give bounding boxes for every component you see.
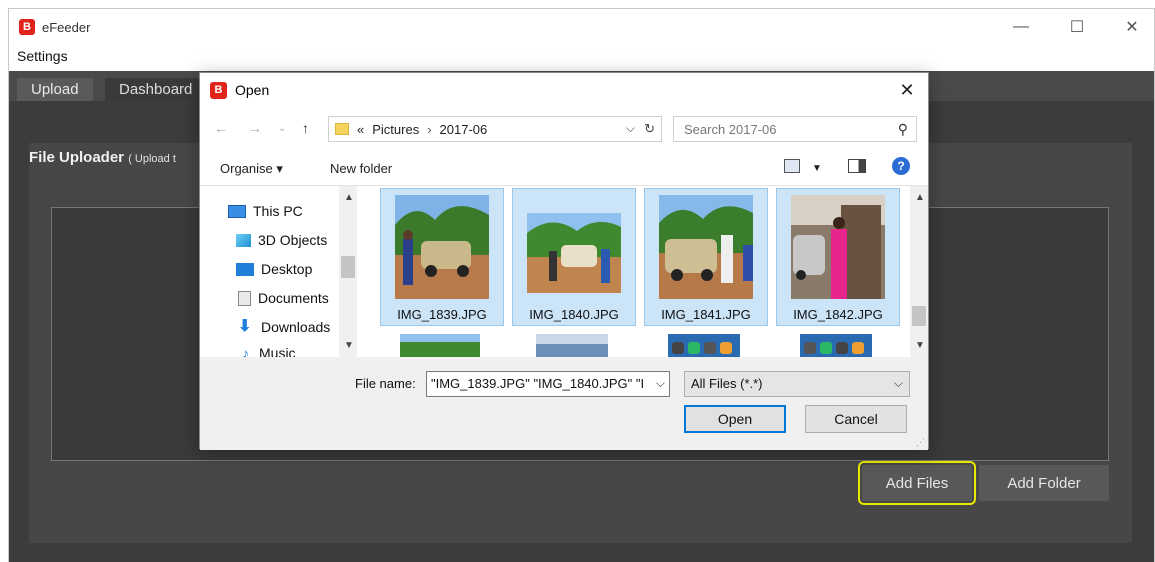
new-folder-button[interactable]: New folder <box>330 161 392 176</box>
file-tile[interactable]: IMG_1841.JPG <box>644 188 768 326</box>
file-type-select[interactable]: All Files (*.*) ⌵ <box>684 371 910 397</box>
address-dropdown-icon[interactable]: ⌵ <box>626 121 635 136</box>
file-name: IMG_1839.JPG <box>397 307 487 322</box>
tab-dashboard[interactable]: Dashboard <box>105 78 207 101</box>
breadcrumb-separator-icon: › <box>427 121 432 137</box>
breadcrumb-2017-06[interactable]: 2017-06 <box>440 122 488 137</box>
recent-locations-chevron-icon[interactable]: ⌄ <box>278 123 286 134</box>
file-grid-scroll-thumb[interactable] <box>912 306 926 326</box>
photo-thumbnail <box>659 195 753 299</box>
help-icon[interactable]: ? <box>892 157 910 175</box>
cube-icon <box>236 233 251 247</box>
menu-settings[interactable]: Settings <box>17 48 68 64</box>
grid-scroll-down-arrow-icon[interactable]: ▼ <box>915 340 925 351</box>
file-tile[interactable]: IMG_1840.JPG <box>512 188 636 326</box>
file-name: IMG_1841.JPG <box>661 307 751 322</box>
photo-thumbnail <box>527 213 621 293</box>
cancel-button[interactable]: Cancel <box>805 405 907 433</box>
download-arrow-icon: ⬇ <box>238 318 252 335</box>
file-name-value: "IMG_1839.JPG" "IMG_1840.JPG" "I <box>431 376 645 391</box>
folder-icon <box>335 123 349 135</box>
computer-icon <box>228 204 246 218</box>
menu-bar: Settings <box>9 45 1154 69</box>
photo-thumbnail <box>791 195 885 299</box>
breadcrumb-prefix: « <box>357 121 365 137</box>
nav-item-label: Desktop <box>261 261 313 277</box>
nav-item-this-pc[interactable]: This PC <box>228 200 303 222</box>
dialog-logo-icon: B <box>210 81 227 99</box>
document-icon <box>238 290 251 306</box>
dialog-footer: File name: "IMG_1839.JPG" "IMG_1840.JPG"… <box>200 357 928 450</box>
nav-pane-scroll-thumb[interactable] <box>341 256 355 278</box>
add-folder-button[interactable]: Add Folder <box>979 465 1109 501</box>
file-grid: IMG_1839.JPG IMG_1840.JPG IMG_1841.JPG I… <box>380 186 910 358</box>
photo-thumbnail <box>800 334 872 358</box>
organise-menu[interactable]: Organise ▾ <box>220 161 283 177</box>
nav-item-documents[interactable]: Documents <box>238 287 329 309</box>
address-bar[interactable]: « Pictures › 2017-06 ⌵ ↻ <box>328 116 662 142</box>
app-title: eFeeder <box>42 19 91 35</box>
navigation-pane: This PC 3D Objects Desktop Documents ⬇ D… <box>200 186 360 358</box>
dialog-title: Open <box>235 82 270 98</box>
photo-thumbnail <box>668 334 740 358</box>
navigation-row: ← → ⌄ ↑ « Pictures › 2017-06 ⌵ ↻ Search … <box>200 107 928 151</box>
photo-thumbnail <box>400 334 480 358</box>
file-name: IMG_1842.JPG <box>793 307 883 322</box>
nav-item-label: 3D Objects <box>258 232 328 248</box>
title-bar: B eFeeder — ☐ ✕ <box>9 9 1154 45</box>
refresh-icon[interactable]: ↻ <box>644 121 655 137</box>
change-view-icon[interactable] <box>784 159 800 173</box>
breadcrumb-pictures[interactable]: Pictures <box>372 122 419 137</box>
back-arrow-icon[interactable]: ← <box>214 120 228 136</box>
file-name: IMG_1840.JPG <box>529 307 619 322</box>
nav-item-music[interactable]: ♪ Music <box>242 342 296 358</box>
open-file-dialog: B Open ✕ ← → ⌄ ↑ « Pictures › 2017-06 ⌵ … <box>199 72 929 450</box>
desktop-icon <box>236 262 254 276</box>
panel-title-text: File Uploader <box>29 149 125 166</box>
add-files-button[interactable]: Add Files <box>858 461 976 505</box>
file-type-value: All Files (*.*) <box>691 376 763 391</box>
scroll-up-arrow-icon[interactable]: ▲ <box>344 192 354 203</box>
close-button[interactable]: ✕ <box>1109 9 1155 45</box>
nav-item-label: Documents <box>258 290 329 306</box>
nav-item-label: This PC <box>253 203 303 219</box>
dialog-body: This PC 3D Objects Desktop Documents ⬇ D… <box>200 185 928 358</box>
preview-pane-icon[interactable] <box>848 159 866 173</box>
open-button[interactable]: Open <box>684 405 786 433</box>
file-name-dropdown-icon[interactable]: ⌵ <box>656 376 665 391</box>
scroll-down-arrow-icon[interactable]: ▼ <box>344 340 354 351</box>
file-tile[interactable]: IMG_1842.JPG <box>776 188 900 326</box>
nav-item-downloads[interactable]: ⬇ Downloads <box>238 316 330 338</box>
maximize-button[interactable]: ☐ <box>1054 9 1100 45</box>
file-name-label: File name: <box>355 376 416 391</box>
resize-grip-icon[interactable]: ⋰ <box>916 437 925 448</box>
search-placeholder: Search 2017-06 <box>684 122 777 137</box>
search-box[interactable]: Search 2017-06 ⚲ <box>673 116 917 142</box>
dialog-close-button[interactable]: ✕ <box>894 78 920 102</box>
forward-arrow-icon[interactable]: → <box>248 120 262 136</box>
command-bar: Organise ▾ New folder ▼ ? <box>200 151 928 185</box>
nav-item-desktop[interactable]: Desktop <box>236 258 312 280</box>
view-dropdown-icon[interactable]: ▼ <box>812 163 822 174</box>
up-arrow-icon[interactable]: ↑ <box>302 120 309 136</box>
photo-thumbnail <box>395 195 489 299</box>
file-tile[interactable]: IMG_1839.JPG <box>380 188 504 326</box>
panel-title: File Uploader ( Upload t <box>29 149 176 166</box>
file-name-input[interactable]: "IMG_1839.JPG" "IMG_1840.JPG" "I ⌵ <box>426 371 670 397</box>
minimize-button[interactable]: — <box>998 9 1044 45</box>
file-type-dropdown-icon[interactable]: ⌵ <box>894 376 903 391</box>
file-grid-scrollbar[interactable] <box>910 186 928 358</box>
photo-thumbnail <box>536 334 608 358</box>
nav-item-label: Downloads <box>261 319 331 335</box>
dialog-title-bar: B Open ✕ <box>200 73 928 107</box>
grid-scroll-up-arrow-icon[interactable]: ▲ <box>915 192 925 203</box>
app-logo-icon: B <box>19 19 35 35</box>
nav-item-3d-objects[interactable]: 3D Objects <box>236 229 327 251</box>
panel-subtitle: ( Upload t <box>128 153 176 165</box>
search-icon[interactable]: ⚲ <box>898 121 908 138</box>
tab-upload[interactable]: Upload <box>17 78 93 101</box>
